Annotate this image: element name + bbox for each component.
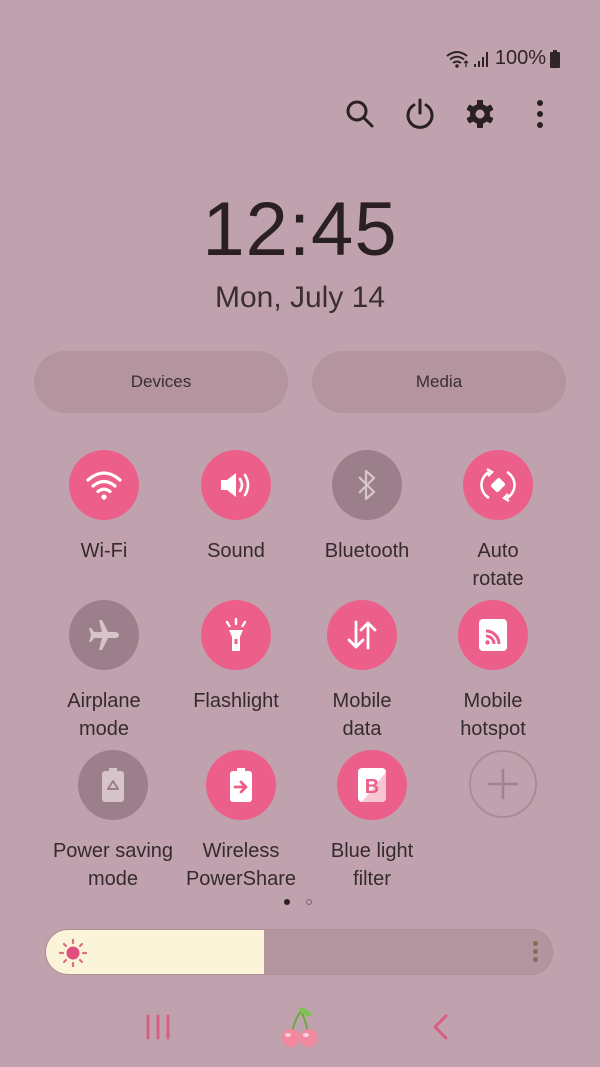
tile-mobile-hotspot: Mobile hotspot [427, 600, 559, 743]
tile-label: Flashlight [193, 690, 279, 712]
wifi-toggle[interactable] [69, 450, 139, 520]
devices-button[interactable]: Devices [34, 351, 288, 413]
speaker-icon [221, 473, 250, 497]
quick-panel-toolbar [330, 93, 570, 135]
tile-bluetooth: Bluetooth [301, 450, 433, 565]
sun-icon [58, 938, 88, 968]
battery-percent: 100% [494, 47, 546, 69]
tile-label: Auto rotate [472, 540, 524, 590]
battery-share-icon [230, 768, 252, 802]
media-button[interactable]: Media [312, 351, 566, 413]
airplane-icon [89, 620, 119, 650]
sound-toggle[interactable] [201, 450, 271, 520]
home-button[interactable] [270, 1002, 330, 1052]
battery-icon [550, 49, 560, 68]
tile-blue-light-filter: B Blue light filter [306, 750, 438, 893]
blue-light-icon: B [358, 768, 386, 802]
tile-add [437, 750, 569, 818]
tile-label: Blue light filter [330, 840, 414, 890]
page-dot-active[interactable] [284, 899, 290, 905]
settings-button[interactable] [450, 93, 510, 135]
search-button[interactable] [330, 93, 390, 135]
svg-text:B: B [365, 776, 379, 798]
tile-label: Wireless PowerShare [185, 840, 297, 890]
brightness-slider[interactable] [45, 929, 553, 975]
tile-label: Bluetooth [324, 540, 410, 562]
bluetooth-icon [358, 469, 376, 501]
brightness-more-icon[interactable] [533, 941, 538, 962]
power-button[interactable] [390, 93, 450, 135]
tile-auto-rotate: Auto rotate [432, 450, 564, 593]
tile-label: Wi-Fi [80, 540, 128, 562]
clock-date[interactable]: Mon, July 14 [0, 281, 600, 315]
plus-icon [487, 768, 519, 800]
wireless-powershare-toggle[interactable] [206, 750, 276, 820]
clock-time[interactable]: 12:45 [0, 186, 600, 273]
power-saving-toggle[interactable] [78, 750, 148, 820]
power-icon [406, 98, 434, 129]
status-bar: 100% [445, 47, 560, 70]
tile-label: Airplane mode [67, 690, 141, 740]
recents-button[interactable] [128, 1002, 188, 1052]
tile-wifi: Wi-Fi [38, 450, 170, 565]
flashlight-toggle[interactable] [201, 600, 271, 670]
data-arrows-icon [347, 620, 377, 650]
bluetooth-toggle[interactable] [332, 450, 402, 520]
more-vertical-icon [537, 100, 543, 128]
tile-label: Mobile data [332, 690, 392, 740]
tile-airplane: Airplane mode [38, 600, 170, 743]
more-options-button[interactable] [510, 93, 570, 135]
airplane-toggle[interactable] [69, 600, 139, 670]
tile-flashlight: Flashlight [170, 600, 302, 715]
navigation-bar [0, 1002, 600, 1052]
gear-icon [466, 100, 494, 128]
add-tile-button[interactable] [469, 750, 537, 818]
tile-power-saving: Power saving mode [43, 750, 183, 893]
auto-rotate-toggle[interactable] [463, 450, 533, 520]
rotate-icon [480, 467, 516, 503]
wifi-icon [86, 471, 122, 500]
hotspot-icon [479, 619, 507, 651]
home-cherry-icon [282, 1007, 318, 1047]
search-icon [346, 100, 374, 128]
mobile-hotspot-toggle[interactable] [458, 600, 528, 670]
tile-label: Power saving mode [52, 840, 174, 890]
wifi-icon [446, 50, 469, 68]
tile-label: Mobile hotspot [460, 690, 526, 740]
back-button[interactable] [410, 1002, 470, 1052]
tile-sound: Sound [170, 450, 302, 565]
page-dot-inactive[interactable] [306, 899, 312, 905]
page-indicator [284, 899, 312, 905]
back-icon [433, 1014, 448, 1040]
tile-wireless-powershare: Wireless PowerShare [175, 750, 307, 893]
tile-label: Sound [207, 540, 265, 562]
recents-icon [146, 1014, 170, 1040]
battery-recycle-icon [102, 768, 124, 802]
mobile-data-toggle[interactable] [327, 600, 397, 670]
flashlight-icon [225, 617, 247, 651]
blue-light-filter-toggle[interactable]: B [337, 750, 407, 820]
signal-icon [473, 51, 488, 67]
tile-mobile-data: Mobile data [296, 600, 428, 743]
